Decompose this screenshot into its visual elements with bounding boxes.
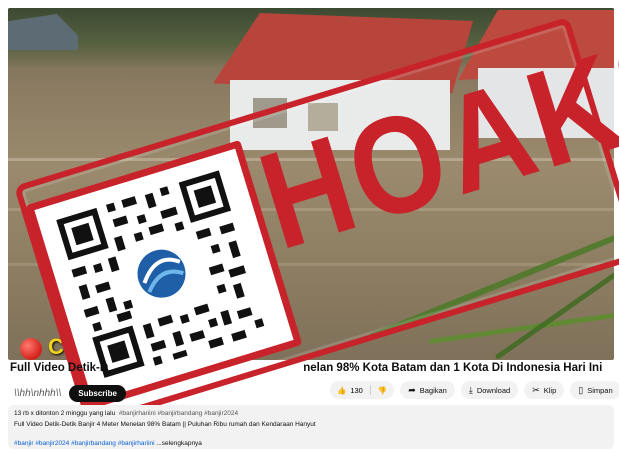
qr-code-icon: [43, 157, 280, 391]
clip-label: Klip: [543, 385, 557, 395]
channel-logo-icon: [20, 338, 42, 360]
channel-name[interactable]: \\hh\nhhh\\: [14, 388, 61, 399]
subscribe-button[interactable]: Subscribe: [69, 385, 126, 402]
download-button[interactable]: ⤓ Download: [460, 381, 519, 399]
description-bottom-tags: #banjir #banjir2024 #banjirbandang #banj…: [14, 440, 202, 447]
thumbs-down-icon: 👎: [377, 385, 388, 395]
save-button[interactable]: ▯ Simpan: [570, 381, 619, 399]
description-meta: 13 rb x ditonton 2 minggu yang lalu #ban…: [14, 410, 238, 417]
share-icon: ➦: [408, 384, 416, 395]
dislike-button[interactable]: 👎: [371, 381, 394, 399]
share-button[interactable]: ➦ Bagikan: [400, 381, 455, 399]
show-more-link[interactable]: ...selengkapnya: [156, 440, 202, 447]
share-label: Bagikan: [419, 385, 447, 395]
hashtag-links[interactable]: #banjir #banjir2024 #banjirbandang #banj…: [14, 440, 155, 447]
channel-row: \\hh\nhhh\\ Subscribe: [14, 385, 126, 402]
description-text: Full Video Detik-Detik Banjir 4 Meter Me…: [14, 421, 316, 428]
like-count: 130: [350, 385, 363, 395]
like-dislike-group: 👍 130 👎: [330, 381, 395, 399]
video-title-right: nelan 98% Kota Batam dan 1 Kota Di Indon…: [303, 362, 603, 374]
like-button[interactable]: 👍 130: [330, 381, 370, 399]
video-title-left: Full Video Detik-D: [10, 362, 109, 374]
save-label: Simpan: [587, 385, 613, 395]
description-top-tags[interactable]: #banjirhariini #banjirbandang #banjir202…: [119, 410, 238, 417]
description-box[interactable]: 13 rb x ditonton 2 minggu yang lalu #ban…: [8, 405, 614, 449]
action-bar: 👍 130 👎 ➦ Bagikan ⤓ Download ✂ Klip ▯ Si…: [330, 381, 619, 399]
thumbs-up-icon: 👍: [337, 385, 347, 395]
clip-button[interactable]: ✂ Klip: [524, 381, 565, 399]
scissors-icon: ✂: [532, 384, 540, 395]
bookmark-icon: ▯: [578, 384, 584, 395]
video-title: Full Video Detik-D nelan 98% Kota Batam d…: [10, 362, 602, 374]
download-icon: ⤓: [468, 384, 473, 395]
views-and-date: 13 rb x ditonton 2 minggu yang lalu: [14, 410, 116, 417]
download-label: Download: [476, 385, 511, 395]
